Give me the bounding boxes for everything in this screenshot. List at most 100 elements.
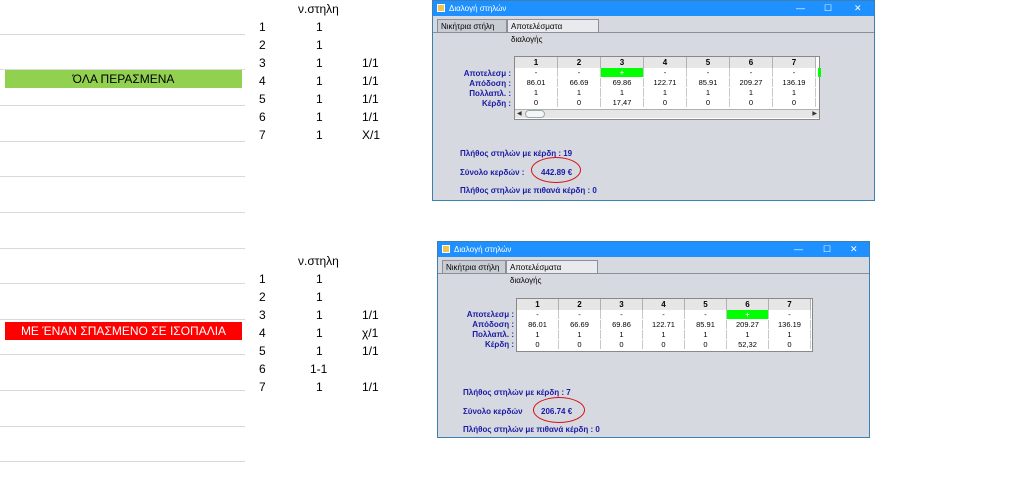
results-table[interactable]: 1 2 3 4 5 6 7- - + - - - -86.01 66.69 69.86 122.71 85.91…	[514, 56, 820, 120]
column-header-6[interactable]: 6	[727, 299, 769, 310]
grid-line	[0, 34, 245, 35]
profit-cell: 0	[515, 98, 558, 107]
banner-all-passed[interactable]: ΌΛΑ ΠΕΡΑΣΜΕΝΑ	[5, 70, 242, 88]
row-value: 1-1	[310, 362, 328, 376]
odds-cell: 85.91	[687, 78, 730, 87]
row-number: 2	[259, 290, 266, 304]
column-header-5[interactable]: 5	[687, 57, 730, 68]
scroll-left-icon[interactable]: ◀	[517, 110, 522, 118]
multiplier-cell: 1	[769, 330, 811, 339]
label-profit: Κέρδη :	[485, 340, 514, 349]
odds-cell: 86.01	[517, 320, 559, 329]
column-header-3[interactable]: 3	[601, 299, 643, 310]
profit-cell: 0	[644, 98, 687, 107]
profit-cell: 0	[769, 340, 811, 349]
scroll-right-icon[interactable]: ▶	[812, 110, 817, 118]
multiplier-cell: 1	[643, 330, 685, 339]
grid-line	[0, 176, 245, 177]
row-value: 1	[316, 38, 323, 52]
multiplier-cell: 1	[685, 330, 727, 339]
minimize-icon[interactable]: —	[796, 1, 805, 16]
column-header-1[interactable]: 1	[515, 57, 558, 68]
row-number: 3	[259, 308, 266, 322]
horizontal-scrollbar[interactable]: ◀ ▶	[515, 109, 819, 118]
profit-cell: 0	[687, 98, 730, 107]
column-header-2[interactable]: 2	[558, 57, 601, 68]
row-extra: 1/1	[362, 92, 379, 106]
multiplier-cell: 1	[730, 88, 773, 97]
result-cell: +	[601, 68, 644, 77]
column-header-7[interactable]: 7	[773, 57, 816, 68]
grid-line	[0, 390, 245, 391]
banner-one-broken-draw[interactable]: ΜΕ ΈΝΑΝ ΣΠΑΣΜΕΝΟ ΣΕ ΙΣΟΠΑΛΙΑ	[5, 322, 242, 340]
label-odds: Απόδοση :	[472, 320, 514, 329]
profit-cell: 0	[643, 340, 685, 349]
result-cell: -	[515, 68, 558, 77]
row-extra: χ/1	[362, 326, 379, 340]
close-icon[interactable]: ✕	[854, 1, 862, 16]
summary-potential: Πλήθος στηλών με πιθανά κέρδη : 0	[460, 186, 597, 195]
row-value: 1	[316, 74, 323, 88]
window-title: Διαλογή στηλών	[454, 245, 512, 254]
row-number: 4	[259, 74, 266, 88]
tab-winning-column[interactable]: Νικήτρια στήλη	[437, 19, 507, 32]
column-header-7[interactable]: 7	[769, 299, 811, 310]
result-cell: +	[727, 310, 769, 319]
column-header-1[interactable]: 1	[517, 299, 559, 310]
profit-cell: 0	[559, 340, 601, 349]
result-cell: -	[769, 310, 811, 319]
annotation-circle	[533, 397, 585, 423]
row-number: 3	[259, 56, 266, 70]
results-table[interactable]: 1 2 3 4 5 6 7- - - - - + -86.01 66.69 69.86 122.71 85.91…	[516, 298, 813, 352]
app-icon	[437, 4, 445, 12]
odds-cell: 69.86	[601, 320, 643, 329]
odds-cell: 66.69	[558, 78, 601, 87]
minimize-icon[interactable]: —	[794, 242, 803, 257]
row-extra: 1/1	[362, 56, 379, 70]
result-cell: -	[730, 68, 773, 77]
result-cell: -	[643, 310, 685, 319]
odds-cell: 85.91	[685, 320, 727, 329]
row-value: 1	[316, 92, 323, 106]
odds-cell: 86.01	[515, 78, 558, 87]
profit-cell: 0	[517, 340, 559, 349]
scroll-thumb[interactable]	[525, 110, 545, 118]
grid-line	[0, 248, 245, 249]
title-bar[interactable]: Διαλογή στηλών — ☐ ✕	[438, 242, 869, 257]
column-header-4[interactable]: 4	[643, 299, 685, 310]
row-value: 1	[316, 326, 323, 340]
grid-line	[0, 461, 245, 462]
maximize-icon[interactable]: ☐	[823, 242, 831, 257]
title-bar[interactable]: Διαλογή στηλών — ☐ ✕	[433, 1, 874, 16]
column-header-6[interactable]: 6	[730, 57, 773, 68]
column-header-4[interactable]: 4	[644, 57, 687, 68]
column-header-3[interactable]: 3	[601, 57, 644, 68]
result-cell: -	[601, 310, 643, 319]
odds-cell: 69.86	[601, 78, 644, 87]
tab-results[interactable]: Αποτελέσματα διαλογής	[506, 260, 598, 285]
column-header-2[interactable]: 2	[559, 299, 601, 310]
row-number: 7	[259, 380, 266, 394]
column-header-5[interactable]: 5	[685, 299, 727, 310]
profit-cell: 0	[730, 98, 773, 107]
result-cell: -	[773, 68, 816, 77]
odds-cell: 136.19	[769, 320, 811, 329]
grid-line	[0, 426, 245, 427]
multiplier-cell: 1	[517, 330, 559, 339]
grid-line	[0, 141, 245, 142]
multiplier-cell: 1	[601, 88, 644, 97]
close-icon[interactable]: ✕	[850, 242, 858, 257]
grid-line	[0, 212, 245, 213]
profit-cell: 0	[601, 340, 643, 349]
tab-winning-column[interactable]: Νικήτρια στήλη	[442, 260, 506, 273]
label-result: Αποτελεσμ :	[466, 310, 514, 319]
row-number: 5	[259, 344, 266, 358]
tab-divider	[433, 32, 874, 33]
result-cell: -	[559, 310, 601, 319]
tab-results[interactable]: Αποτελέσματα διαλογής	[507, 19, 599, 44]
grid-line	[0, 283, 245, 284]
multiplier-cell: 1	[773, 88, 816, 97]
maximize-icon[interactable]: ☐	[824, 1, 832, 16]
row-number: 2	[259, 38, 266, 52]
summary-total-label: Σύνολο κερδών :	[460, 168, 525, 177]
